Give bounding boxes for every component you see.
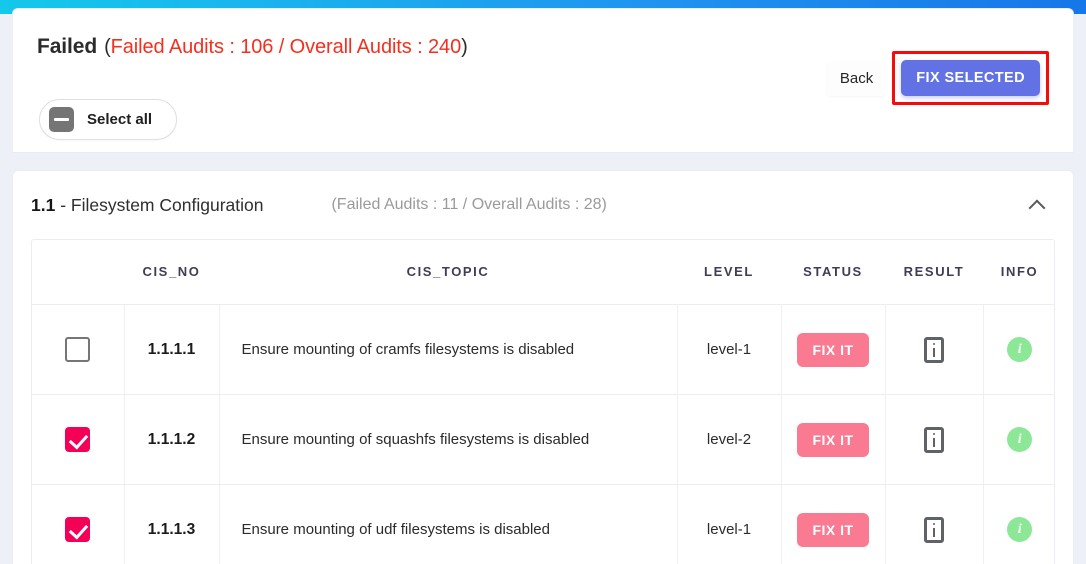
table-row: 1.1.1.1 Ensure mounting of cramfs filesy… xyxy=(32,304,1054,395)
row-cis-topic-cell: Ensure mounting of squashfs filesystems … xyxy=(219,394,678,485)
column-header-level: LEVEL xyxy=(677,240,781,305)
page-container: Failed (Failed Audits : 106 / Overall Au… xyxy=(12,0,1074,564)
row-cis-topic: Ensure mounting of cramfs filesystems is… xyxy=(241,341,575,358)
row-status-cell: FIX IT xyxy=(781,304,886,395)
column-header-info: INFO xyxy=(983,240,1054,305)
row-info-cell: i xyxy=(983,484,1054,564)
row-checkbox[interactable] xyxy=(65,337,91,362)
row-cis-no-cell: 1.1.1.3 xyxy=(124,484,220,564)
row-result-cell xyxy=(885,394,984,485)
row-level-cell: level-1 xyxy=(677,304,782,395)
column-header-status: STATUS xyxy=(781,240,885,305)
row-status-cell: FIX IT xyxy=(781,394,886,485)
table-row: 1.1.1.3 Ensure mounting of udf filesyste… xyxy=(32,484,1054,564)
chevron-up-icon[interactable] xyxy=(1029,197,1045,213)
section-name: Filesystem Configuration xyxy=(70,194,264,215)
row-cis-no: 1.1.1.3 xyxy=(147,520,196,538)
section-title: 1.1 - Filesystem Configuration xyxy=(31,195,263,216)
row-select-cell xyxy=(32,304,125,395)
row-level-cell: level-1 xyxy=(677,484,782,564)
row-checkbox[interactable] xyxy=(65,427,91,452)
row-cis-topic: Ensure mounting of udf filesystems is di… xyxy=(241,521,551,538)
column-header-select xyxy=(32,240,124,305)
select-all-button[interactable]: Select all xyxy=(39,99,178,140)
column-header-result: RESULT xyxy=(885,240,983,305)
table-header-row: CIS_NO CIS_TOPIC LEVEL STATUS RESULT INF… xyxy=(32,240,1054,305)
info-circle-icon[interactable]: i xyxy=(1007,517,1033,542)
row-select-cell xyxy=(32,394,125,485)
document-info-icon[interactable] xyxy=(924,426,944,453)
row-result-cell xyxy=(885,484,984,564)
document-info-icon[interactable] xyxy=(924,516,944,543)
row-info-cell: i xyxy=(983,394,1054,485)
fix-selected-highlight-box: FIX SELECTED xyxy=(892,51,1049,105)
header-actions: Back FIX SELECTED xyxy=(826,51,1049,105)
indeterminate-checkbox-icon[interactable] xyxy=(49,107,74,132)
info-circle-icon[interactable]: i xyxy=(1007,337,1033,362)
column-header-cis-no: CIS_NO xyxy=(124,240,219,305)
row-result-cell xyxy=(885,304,984,395)
audit-table-body: 1.1.1.1 Ensure mounting of cramfs filesy… xyxy=(32,304,1054,564)
fix-it-button[interactable]: FIX IT xyxy=(797,512,869,547)
row-level-cell: level-2 xyxy=(677,394,782,485)
section-header[interactable]: 1.1 - Filesystem Configuration (Failed A… xyxy=(13,171,1073,239)
page-title: Failed (Failed Audits : 106 / Overall Au… xyxy=(37,35,468,59)
info-circle-icon[interactable]: i xyxy=(1007,427,1033,452)
page-title-counts: (Failed Audits : 106 / Overall Audits : … xyxy=(104,36,468,59)
column-header-cis-topic: CIS_TOPIC xyxy=(219,240,677,305)
section-dash: - xyxy=(55,194,71,215)
row-cis-no-cell: 1.1.1.2 xyxy=(124,394,220,485)
page-title-status: Failed xyxy=(37,35,98,58)
counts-paren-close: ) xyxy=(461,36,468,58)
fix-it-button[interactable]: FIX IT xyxy=(797,422,869,457)
row-level: level-1 xyxy=(706,521,752,538)
header-card: Failed (Failed Audits : 106 / Overall Au… xyxy=(12,8,1074,153)
section-card-1-1: 1.1 - Filesystem Configuration (Failed A… xyxy=(12,170,1074,564)
row-status-cell: FIX IT xyxy=(781,484,886,564)
row-level: level-1 xyxy=(706,341,752,358)
row-checkbox[interactable] xyxy=(65,517,91,542)
row-cis-no: 1.1.1.1 xyxy=(147,340,196,358)
section-number: 1.1 xyxy=(31,194,56,215)
row-cis-no-cell: 1.1.1.1 xyxy=(124,304,220,395)
audit-table-container: CIS_NO CIS_TOPIC LEVEL STATUS RESULT INF… xyxy=(31,239,1055,564)
row-info-cell: i xyxy=(983,304,1054,395)
row-select-cell xyxy=(32,484,125,564)
fix-it-button[interactable]: FIX IT xyxy=(797,332,869,367)
row-cis-topic-cell: Ensure mounting of cramfs filesystems is… xyxy=(219,304,678,395)
row-cis-topic-cell: Ensure mounting of udf filesystems is di… xyxy=(219,484,678,564)
fix-selected-button[interactable]: FIX SELECTED xyxy=(901,60,1040,96)
document-info-icon[interactable] xyxy=(924,336,944,363)
section-counts: (Failed Audits : 11 / Overall Audits : 2… xyxy=(331,196,607,213)
row-cis-no: 1.1.1.2 xyxy=(147,430,196,448)
audit-table: CIS_NO CIS_TOPIC LEVEL STATUS RESULT INF… xyxy=(32,240,1054,564)
row-level: level-2 xyxy=(706,431,752,448)
back-button[interactable]: Back xyxy=(826,60,887,96)
row-cis-topic: Ensure mounting of squashfs filesystems … xyxy=(241,431,590,448)
counts-value: Failed Audits : 106 / Overall Audits : 2… xyxy=(110,36,462,58)
table-row: 1.1.1.2 Ensure mounting of squashfs file… xyxy=(32,394,1054,485)
select-all-label: Select all xyxy=(87,111,153,128)
